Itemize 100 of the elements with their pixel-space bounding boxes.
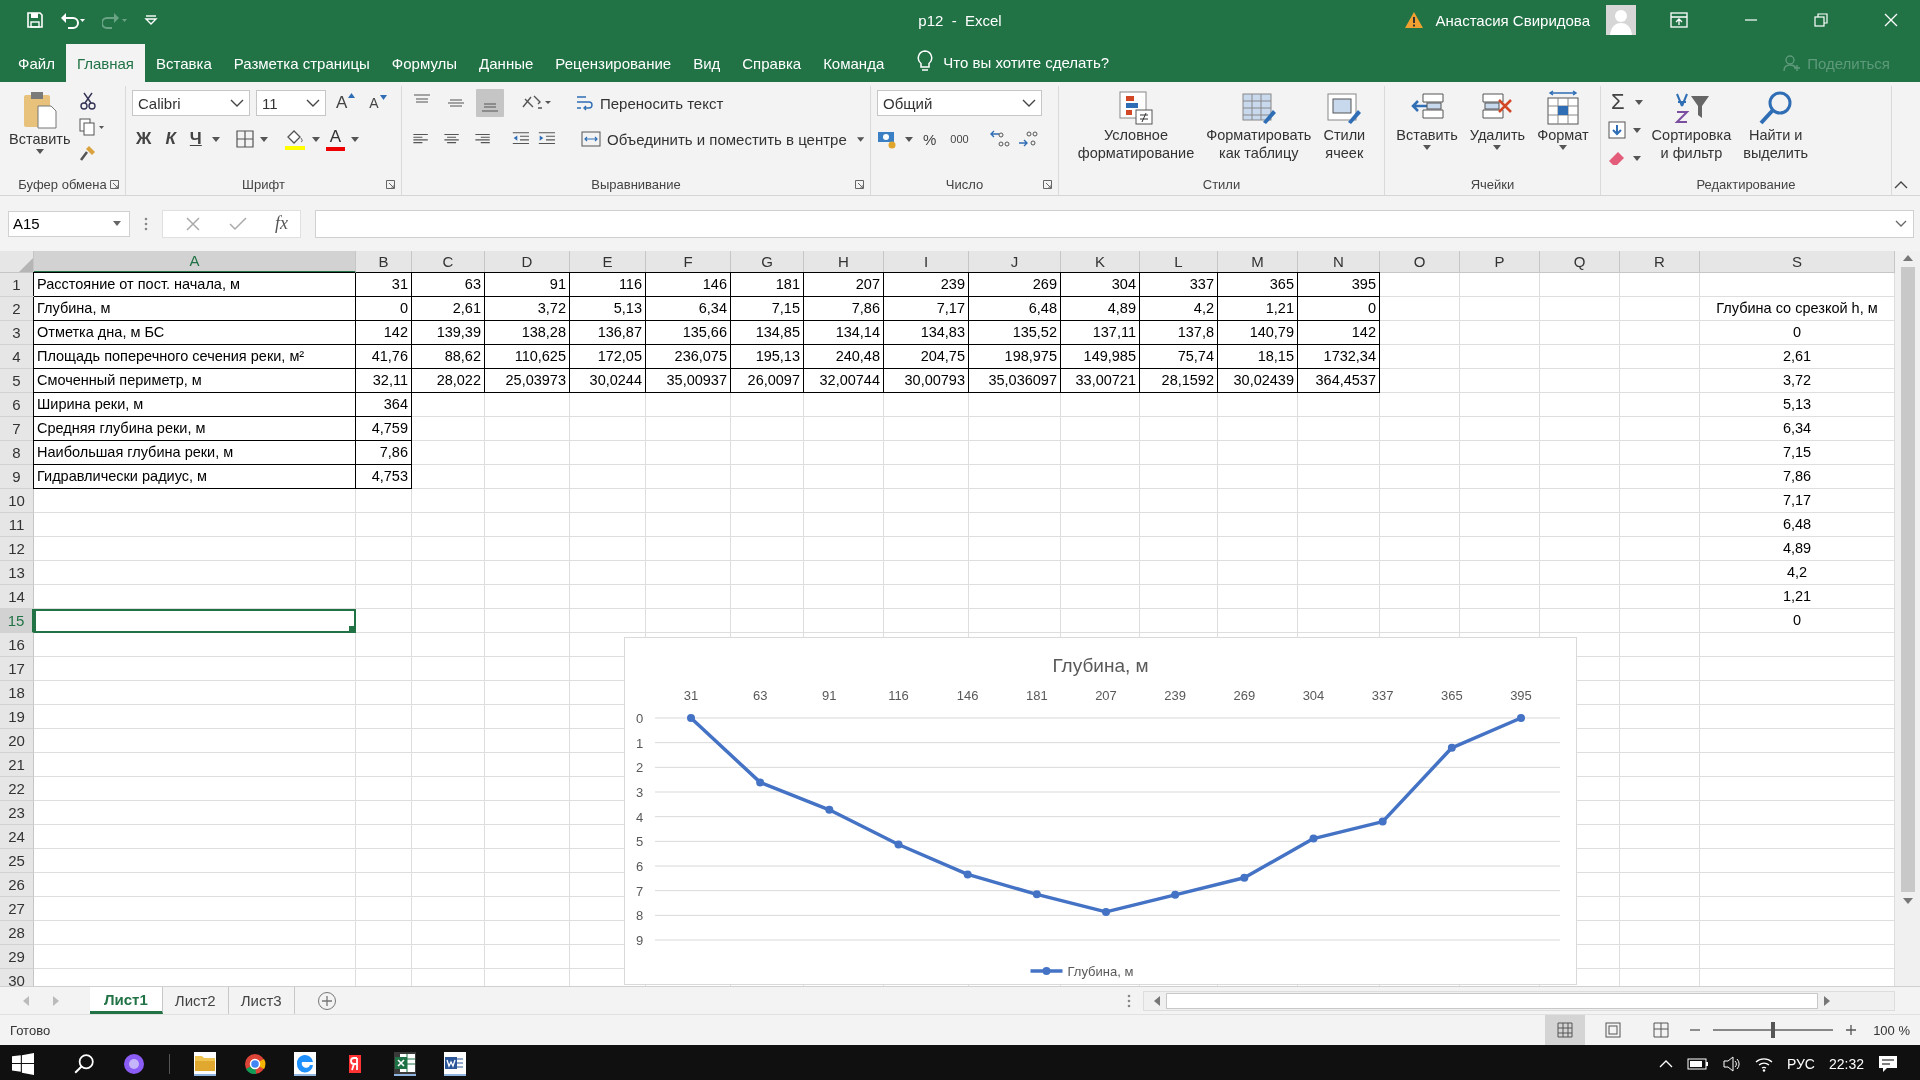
caret-icon[interactable] [856,136,864,142]
row-header[interactable]: 10 [0,489,34,513]
increase-decimal-icon[interactable] [988,129,1011,149]
zoom-slider-thumb[interactable] [1771,1022,1776,1038]
dialog-launcher-icon[interactable] [1043,179,1052,189]
row-header[interactable]: 19 [0,705,34,729]
customize-icon[interactable] [144,14,158,26]
row-header[interactable]: 21 [0,753,34,777]
tell-me-field[interactable]: Что вы хотите сделать? [943,54,1110,71]
row-header[interactable]: 15 [0,609,34,633]
column-header[interactable]: D [485,251,570,273]
column-header[interactable]: H [804,251,884,273]
row-header[interactable]: 12 [0,537,34,561]
font-name-dropdown[interactable]: Calibri [132,90,250,116]
chevron-up-icon[interactable] [1658,1060,1673,1068]
caret-icon[interactable] [259,136,268,142]
font-color-button[interactable]: A [325,127,346,151]
row-header[interactable]: 5 [0,369,34,393]
column-header[interactable]: B [356,251,412,273]
add-sheet-icon[interactable] [316,990,337,1011]
styles-button[interactable]: Стили ячеек [1320,88,1369,164]
cells-button[interactable]: Вставить [1393,88,1461,152]
row-header[interactable]: 9 [0,465,34,489]
percent-button[interactable]: % [919,126,941,152]
row-header[interactable]: 14 [0,585,34,609]
column-header[interactable]: N [1298,251,1380,273]
scroll-right-icon[interactable] [1823,995,1830,1006]
column-header[interactable]: L [1140,251,1218,273]
wifi-icon[interactable] [1754,1056,1773,1072]
row-header[interactable]: 1 [0,273,34,297]
row-header[interactable]: 26 [0,873,34,897]
column-header[interactable]: O [1380,251,1460,273]
column-header[interactable]: E [570,251,646,273]
row-header[interactable]: 20 [0,729,34,753]
column-header[interactable]: Q [1540,251,1620,273]
ribbon-tab[interactable]: Файл [0,44,66,82]
browser-icon[interactable] [244,1053,266,1075]
ribbon-tab[interactable]: Главная [65,44,145,82]
italic-button[interactable]: К [161,126,180,152]
row-header[interactable]: 29 [0,945,34,969]
merge-center-button[interactable]: Объединить и поместить в центре [577,128,851,150]
warning-icon[interactable] [1403,11,1424,29]
scroll-up-icon[interactable] [1902,255,1913,261]
row-header[interactable]: 18 [0,681,34,705]
number-format-dropdown[interactable]: Общий [877,90,1042,116]
scroll-left-icon[interactable] [1153,995,1160,1006]
format-painter-icon[interactable] [79,144,98,162]
caret-icon[interactable] [905,136,913,142]
name-box[interactable]: A15 [8,210,130,237]
row-header[interactable]: 17 [0,657,34,681]
row-header[interactable]: 4 [0,345,34,369]
more-icon[interactable] [144,216,148,231]
autosum-button[interactable]: Σ [1607,89,1629,115]
row-header[interactable]: 3 [0,321,34,345]
grow-font-button[interactable]: A [332,90,360,116]
zoom-level[interactable]: 100 % [1873,1022,1910,1038]
zoom-in-icon[interactable] [1845,1024,1858,1036]
row-header[interactable]: 22 [0,777,34,801]
formula-input[interactable] [315,209,1914,238]
save-icon[interactable] [26,11,44,29]
row-header[interactable]: 13 [0,561,34,585]
column-header[interactable]: J [969,251,1061,273]
decrease-decimal-icon[interactable] [1016,129,1039,149]
horizontal-scrollbar[interactable] [1142,990,1895,1011]
normal-view-icon[interactable] [1545,1015,1586,1045]
row-header[interactable]: 25 [0,849,34,873]
search-icon[interactable] [73,1053,95,1075]
row-header[interactable]: 16 [0,633,34,657]
row-header[interactable]: 6 [0,393,34,417]
cells-button[interactable]: Удалить [1466,88,1529,152]
sheet-tab[interactable]: Лист1 [90,987,163,1014]
cells-button[interactable]: Формат [1534,88,1592,152]
caret-icon[interactable] [311,136,320,142]
lightbulb-icon[interactable] [917,50,934,72]
close-icon[interactable] [1884,13,1898,27]
row-header[interactable]: 23 [0,801,34,825]
dialog-launcher-icon[interactable] [110,179,119,189]
row-header[interactable]: 27 [0,897,34,921]
styles-button[interactable]: Условное форматирование [1074,88,1198,164]
check-icon[interactable] [229,215,247,232]
fill-down-icon[interactable] [1607,120,1627,140]
windows-logo-icon[interactable] [12,1053,34,1075]
row-header[interactable]: 8 [0,441,34,465]
shrink-font-button[interactable]: A [365,90,391,116]
caret-icon[interactable] [351,136,360,142]
insert-function-button[interactable]: fx [275,213,288,234]
spreadsheet-app-icon[interactable] [394,1052,416,1076]
wrap-text-button[interactable]: Переносить текст [572,92,728,114]
row-header[interactable]: 28 [0,921,34,945]
undo-icon[interactable] [60,11,86,29]
column-header[interactable]: M [1218,251,1298,273]
restore-icon[interactable] [1814,13,1828,27]
zoom-slider[interactable] [1713,1022,1834,1038]
column-header[interactable]: C [412,251,485,273]
caret-icon[interactable] [211,136,220,142]
scissors-icon[interactable] [79,92,98,110]
borders-icon[interactable] [235,130,254,148]
copy-icon[interactable] [79,118,106,136]
styles-button[interactable]: Форматировать как таблицу [1203,88,1315,164]
row-header[interactable]: 2 [0,297,34,321]
